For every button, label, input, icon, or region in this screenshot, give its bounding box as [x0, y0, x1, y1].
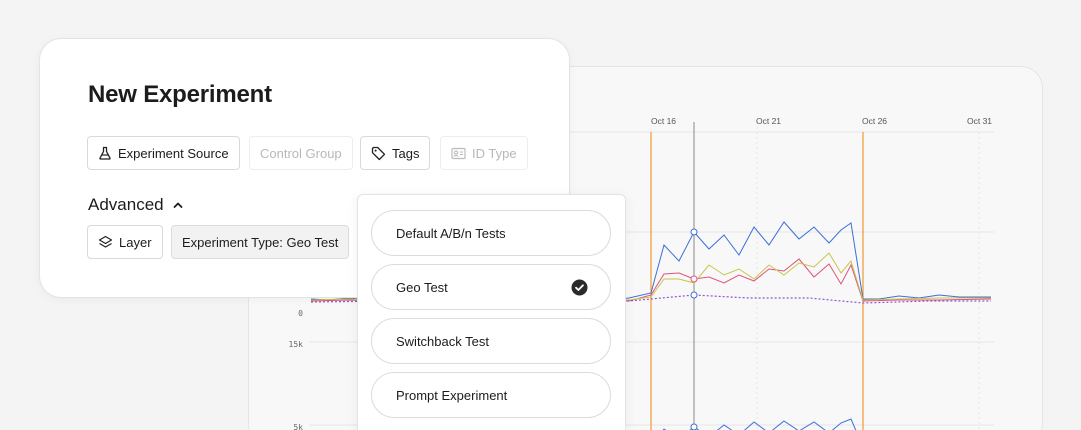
flask-icon	[99, 146, 111, 160]
control-group-chip[interactable]: Control Group	[249, 136, 353, 170]
cursor-dot-lower	[690, 423, 698, 430]
date-label-oct16: Oct 16	[651, 116, 676, 126]
experiment-type-dropdown: Default A/B/n Tests Geo Test Switchback …	[357, 194, 626, 430]
cursor-dot-blue	[690, 228, 698, 236]
chevron-up-icon	[173, 202, 183, 208]
experiment-source-chip[interactable]: Experiment Source	[87, 136, 240, 170]
advanced-label: Advanced	[88, 195, 164, 214]
y-tick-5k: 5k	[293, 423, 303, 430]
advanced-toggle[interactable]: Advanced	[88, 195, 184, 215]
layer-label: Layer	[119, 234, 152, 250]
control-group-label: Control Group	[260, 145, 342, 161]
option-label: Default A/B/n Tests	[396, 225, 506, 241]
experiment-type-label: Experiment Type: Geo Test	[182, 234, 339, 250]
id-card-icon	[451, 147, 466, 159]
page-title: New Experiment	[88, 81, 272, 108]
date-label-oct31: Oct 31	[967, 116, 992, 126]
option-label: Geo Test	[396, 279, 448, 295]
y-tick-15k: 15k	[289, 340, 304, 349]
id-type-chip[interactable]: ID Type	[440, 136, 528, 170]
option-default-ab-tests[interactable]: Default A/B/n Tests	[371, 210, 611, 256]
option-geo-test[interactable]: Geo Test	[371, 264, 611, 310]
cursor-dot-base	[690, 291, 698, 299]
tags-chip[interactable]: Tags	[360, 136, 431, 170]
tags-label: Tags	[392, 145, 420, 161]
date-label-oct21: Oct 21	[756, 116, 781, 126]
layer-chip[interactable]: Layer	[87, 225, 163, 259]
option-switchback-test[interactable]: Switchback Test	[371, 318, 611, 364]
cursor-dot-pink	[690, 275, 698, 283]
option-label: Prompt Experiment	[396, 387, 508, 403]
tag-icon	[371, 146, 386, 160]
option-label: Switchback Test	[396, 333, 489, 349]
id-type-label: ID Type	[472, 145, 517, 161]
layers-icon	[98, 235, 113, 248]
experiment-type-chip[interactable]: Experiment Type: Geo Test	[171, 225, 350, 259]
checkmark-circle-icon	[571, 279, 588, 295]
date-label-oct26: Oct 26	[862, 116, 887, 126]
experiment-source-label: Experiment Source	[118, 145, 229, 161]
y-tick-0: 0	[298, 309, 303, 318]
option-prompt-experiment[interactable]: Prompt Experiment	[371, 372, 611, 418]
